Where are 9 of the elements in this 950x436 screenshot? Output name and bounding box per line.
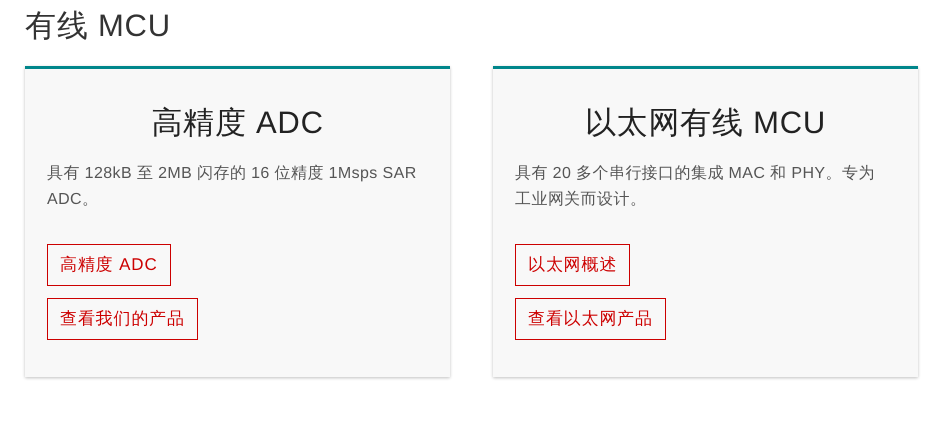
page-title: 有线 MCU bbox=[25, 7, 172, 45]
link-button[interactable]: 高精度 ADC bbox=[47, 244, 171, 286]
card-title: 以太网有线 MCU bbox=[584, 104, 828, 142]
link-button[interactable]: 查看以太网产品 bbox=[515, 298, 666, 340]
card-description: 具有 20 多个串行接口的集成 MAC 和 PHY。专为工业网关而设计。 bbox=[515, 164, 876, 210]
link-button[interactable]: 查看我们的产品 bbox=[47, 298, 198, 340]
card-description: 具有 128kB 至 2MB 闪存的 16 位精度 1Msps SAR ADC。 bbox=[47, 164, 417, 210]
link-button[interactable]: 以太网概述 bbox=[515, 244, 630, 286]
card-title: 高精度 ADC bbox=[150, 104, 325, 142]
